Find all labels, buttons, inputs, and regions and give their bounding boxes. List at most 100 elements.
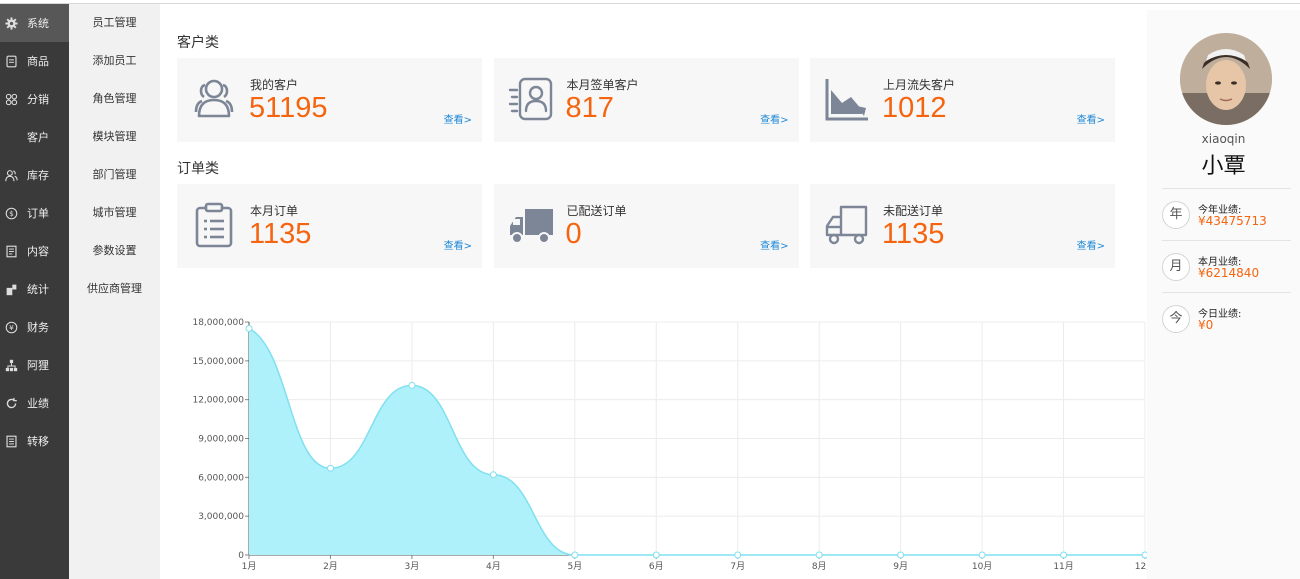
sidebar-item-label: 阿狸 <box>27 359 49 372</box>
sidebar-item-7[interactable]: 统计 <box>0 270 69 308</box>
view-link[interactable]: 查看> <box>1077 111 1105 126</box>
y-tick-label: 15,000,000 <box>192 357 244 367</box>
submenu-item-7[interactable]: 供应商管理 <box>69 270 160 308</box>
data-point <box>571 551 579 559</box>
sidebar-item-0[interactable]: 系统 <box>0 4 69 42</box>
performance-chart: 0 3,000,000 6,000,000 9,000,000 12,000,000 15… <box>160 305 1155 579</box>
stat-divider <box>1162 240 1291 241</box>
sidebar-item-1[interactable]: 商品 <box>0 42 69 80</box>
users-icon <box>4 168 18 182</box>
series-area <box>249 328 1145 555</box>
sub-menu: 员工管理 添加员工 角色管理 模块管理 部门管理 城市管理 参数设置 供应商管理 <box>69 0 160 579</box>
submenu-item-4[interactable]: 部门管理 <box>69 156 160 194</box>
y-tick-label: 3,000,000 <box>198 512 244 522</box>
stat-value: ¥43475713 <box>1198 214 1267 228</box>
data-point <box>326 464 334 472</box>
avatar-image <box>1180 33 1272 125</box>
blank-icon <box>4 130 18 144</box>
avatar[interactable] <box>1180 33 1272 125</box>
y-tick-label: 6,000,000 <box>198 473 244 483</box>
submenu-item-2[interactable]: 角色管理 <box>69 80 160 118</box>
data-point <box>1060 551 1068 559</box>
x-tick-label: 3月 <box>405 561 420 572</box>
sidebar-item-label: 客户 <box>27 131 49 144</box>
submenu-item-1[interactable]: 添加员工 <box>69 42 160 80</box>
submenu-item-3[interactable]: 模块管理 <box>69 118 160 156</box>
x-tick-label: 6月 <box>649 561 664 572</box>
sidebar-item-label: 财务 <box>27 321 49 334</box>
card-value: 1135 <box>249 218 312 250</box>
sidebar-item-label: 库存 <box>27 169 49 182</box>
y-tick-label: 0 <box>238 551 244 561</box>
card-label: 上月流失客户 <box>883 78 956 92</box>
users-outline-icon <box>191 76 237 122</box>
contact-card-icon <box>508 76 554 122</box>
performance-stat-1: 月本月业绩: ¥6214840 <box>1162 247 1297 287</box>
book-icon <box>4 54 18 68</box>
view-link[interactable]: 查看> <box>444 111 472 126</box>
x-tick-label: 11月 <box>1053 561 1073 572</box>
svg-text:$: $ <box>9 209 14 218</box>
view-link[interactable]: 查看> <box>1077 237 1105 252</box>
x-tick-label: 7月 <box>730 561 745 572</box>
sidebar-item-6[interactable]: 内容 <box>0 232 69 270</box>
chart-icon <box>4 282 18 296</box>
orders-card-1: 已配送订单 0 查看> <box>493 184 799 268</box>
stat-divider <box>1162 292 1291 293</box>
gear-icon <box>4 16 18 30</box>
sidebar-item-3[interactable]: 客户 <box>0 118 69 156</box>
view-link[interactable]: 查看> <box>760 111 788 126</box>
data-point <box>815 551 823 559</box>
submenu-item-5[interactable]: 城市管理 <box>69 194 160 232</box>
sidebar-item-label: 分销 <box>27 93 49 106</box>
orders-section-title: 订单类 <box>177 161 219 177</box>
data-point <box>408 381 416 389</box>
top-border <box>0 0 1300 4</box>
stat-value: ¥6214840 <box>1198 266 1260 280</box>
main-sidebar: 系统 商品分销客户库存 $ 订单内容统计 ¥ 财务阿狸业绩转移 <box>0 0 69 579</box>
sidebar-item-9[interactable]: 阿狸 <box>0 346 69 384</box>
sidebar-item-4[interactable]: 库存 <box>0 156 69 194</box>
profile-panel: xiaoqin 小覃 年今年业绩: ¥43475713 月本月业绩: ¥6214840… <box>1147 10 1300 579</box>
submenu-item-0[interactable]: 员工管理 <box>69 4 160 42</box>
submenu-item-6[interactable]: 参数设置 <box>69 232 160 270</box>
sidebar-item-label: 内容 <box>27 245 49 258</box>
x-tick-label: 8月 <box>812 561 827 572</box>
grid-circles-icon <box>4 92 18 106</box>
data-point <box>652 551 660 559</box>
data-point <box>489 471 497 479</box>
card-value: 817 <box>565 92 614 124</box>
username: xiaoqin <box>1201 132 1246 146</box>
card-label: 本月签单客户 <box>566 78 639 92</box>
sidebar-item-8[interactable]: ¥ 财务 <box>0 308 69 346</box>
svg-text:¥: ¥ <box>9 323 14 332</box>
sidebar-item-5[interactable]: $ 订单 <box>0 194 69 232</box>
sidebar-item-11[interactable]: 转移 <box>0 422 69 460</box>
view-link[interactable]: 查看> <box>760 237 788 252</box>
orders-card-2: 未配送订单 1135 查看> <box>810 184 1115 268</box>
stat-divider <box>1162 188 1291 189</box>
card-value: 1012 <box>882 92 947 124</box>
data-point <box>734 551 742 559</box>
list-document-icon <box>4 434 18 448</box>
card-label: 已配送订单 <box>566 204 627 218</box>
sidebar-item-label: 统计 <box>27 283 49 296</box>
card-value: 0 <box>565 218 582 250</box>
customers-card-2: 上月流失客户 1012 查看> <box>810 58 1115 142</box>
view-link[interactable]: 查看> <box>444 237 472 252</box>
sidebar-item-label: 转移 <box>27 435 49 448</box>
card-label: 我的客户 <box>250 78 299 92</box>
stat-badge: 月 <box>1162 253 1190 281</box>
orders-card-0: 本月订单 1135 查看> <box>177 184 482 268</box>
sidebar-item-10[interactable]: 业绩 <box>0 384 69 422</box>
card-label: 未配送订单 <box>883 204 944 218</box>
stat-value: ¥0 <box>1198 318 1214 332</box>
sidebar-item-2[interactable]: 分销 <box>0 80 69 118</box>
x-tick-label: 10月 <box>972 561 992 572</box>
x-tick-label: 2月 <box>323 561 338 572</box>
data-point <box>245 324 253 332</box>
x-tick-label: 9月 <box>893 561 908 572</box>
customers-section-title: 客户类 <box>177 35 219 51</box>
chart-svg: 0 3,000,000 6,000,000 9,000,000 12,000,000 15… <box>192 318 1155 572</box>
y-tick-label: 18,000,000 <box>192 318 244 328</box>
